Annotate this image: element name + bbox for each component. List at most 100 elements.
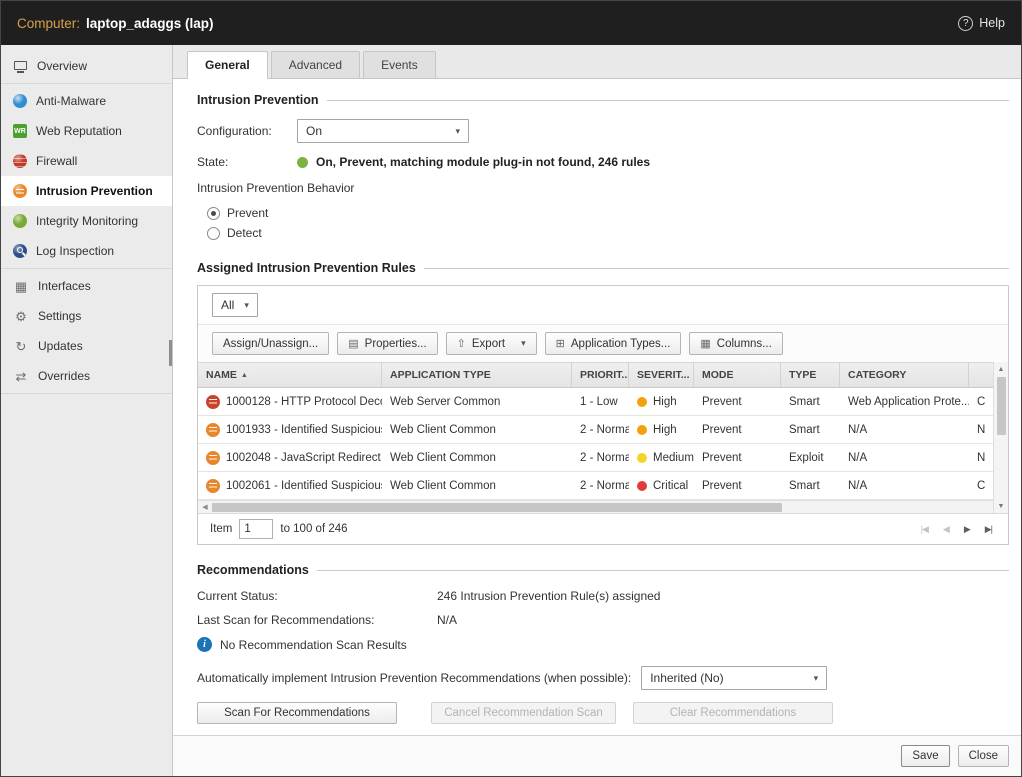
sidebar-item-overview[interactable]: Overview [1,51,172,81]
sidebar-item-firewall[interactable]: Firewall [1,146,172,176]
first-page-icon[interactable]: |◀ [917,524,932,535]
interfaces-icon: ▦ [13,279,29,294]
application-types-icon: ⊞ [556,337,565,350]
overview-icon [13,59,28,74]
sidebar-scrollbar[interactable] [169,340,172,366]
rule-severity: High [653,396,677,408]
sidebar-item-web-reputation[interactable]: WR Web Reputation [1,116,172,146]
rule-application-type: Web Server Common [382,396,572,408]
rules-table-wrap: NAME ▲ APPLICATION TYPE PRIORIT... SEVER… [198,362,1008,513]
scan-for-recommendations-button[interactable]: Scan For Recommendations [197,702,397,724]
assign-unassign-button[interactable]: Assign/Unassign... [212,332,329,355]
footer-bar: Save Close [173,735,1021,776]
tab-bar: General Advanced Events [173,45,1021,79]
radio-prevent-label: Prevent [227,206,268,220]
table-row[interactable]: 1001933 - Identified Suspicious... Web C… [198,416,993,444]
rule-priority: 2 - Normal [572,424,629,436]
columns-icon: ▦ [700,337,710,350]
export-button[interactable]: ⇧ Export ▾ [446,332,537,355]
table-row[interactable]: 1002048 - JavaScript Redirect S... Web C… [198,444,993,472]
save-button[interactable]: Save [901,745,949,767]
rules-table-header: NAME ▲ APPLICATION TYPE PRIORIT... SEVER… [198,362,993,388]
last-page-icon[interactable]: ▶| [981,524,996,535]
page-item-input[interactable] [239,519,273,539]
rule-mode: Prevent [694,480,781,492]
column-header-application-type[interactable]: APPLICATION TYPE [382,363,572,387]
rule-type: Exploit [781,452,840,464]
sidebar-item-anti-malware[interactable]: Anti-Malware [1,86,172,116]
horizontal-scrollbar[interactable]: ◀ [198,500,993,513]
last-scan-label: Last Scan for Recommendations: [197,613,437,627]
configuration-dropdown[interactable]: On ▾ [297,119,469,143]
sidebar-item-updates[interactable]: ↻ Updates [1,331,172,361]
section-title: Intrusion Prevention [197,93,319,107]
section-intrusion-prevention-heading: Intrusion Prevention [197,91,1009,109]
rules-filter-row: All ▾ [198,286,1008,325]
vertical-scrollbar[interactable]: ▲ ▼ [993,362,1008,513]
sidebar-item-overrides[interactable]: ⇄ Overrides [1,361,172,391]
chevron-down-icon: ▾ [814,673,819,684]
rule-category: N/A [840,452,969,464]
previous-page-icon[interactable]: ◀ [939,524,953,535]
table-row[interactable]: 1002061 - Identified Suspicious... Web C… [198,472,993,500]
horizontal-scrollbar-thumb[interactable] [212,503,782,512]
clear-button-label: Clear Recommendations [670,707,797,719]
column-header-mode[interactable]: MODE [694,363,781,387]
vertical-scrollbar-thumb[interactable] [997,377,1006,435]
table-row[interactable]: 1000128 - HTTP Protocol Decod... Web Ser… [198,388,993,416]
tab-events[interactable]: Events [363,51,436,78]
sidebar-item-label: Log Inspection [36,244,114,258]
chevron-down-icon: ▾ [244,300,249,311]
state-label: State: [197,155,297,169]
cancel-recommendation-scan-button[interactable]: Cancel Recommendation Scan [431,702,616,724]
close-button[interactable]: Close [958,745,1009,767]
radio-detect[interactable]: Detect [207,223,1009,243]
radio-prevent[interactable]: Prevent [207,203,1009,223]
behavior-radio-group: Prevent Detect [197,203,1009,243]
tab-general[interactable]: General [187,51,268,79]
next-page-icon[interactable]: ▶ [960,524,974,535]
tab-advanced[interactable]: Advanced [271,51,360,78]
auto-implement-dropdown[interactable]: Inherited (No) ▾ [641,666,827,690]
rule-type: Smart [781,424,840,436]
column-header-severity[interactable]: SEVERIT... [629,363,694,387]
anti-malware-icon [13,94,27,108]
application-types-button[interactable]: ⊞ Application Types... [545,332,682,355]
columns-label: Columns... [717,338,772,350]
rule-category: N/A [840,424,969,436]
scroll-down-icon[interactable]: ▼ [998,499,1005,513]
item-label: Item [210,523,232,535]
radio-selected-icon [207,207,220,220]
sidebar-item-settings[interactable]: ⚙ Settings [1,301,172,331]
properties-button[interactable]: ▤ Properties... [337,332,437,355]
scroll-left-icon[interactable]: ◀ [198,503,212,511]
rule-name: 1002048 - JavaScript Redirect S... [226,452,382,464]
sidebar-item-intrusion-prevention[interactable]: Intrusion Prevention [1,176,172,206]
export-label: Export [472,338,505,350]
state-row: State: On, Prevent, matching module plug… [197,155,1009,169]
assign-unassign-label: Assign/Unassign... [223,338,318,350]
no-results-row: i No Recommendation Scan Results [197,637,1009,652]
configuration-value: On [306,124,322,138]
severity-dot-icon [637,397,647,407]
sidebar-item-label: Integrity Monitoring [36,214,138,228]
column-header-category[interactable]: CATEGORY [840,363,969,387]
clear-recommendations-button[interactable]: Clear Recommendations [633,702,833,724]
sidebar-item-interfaces[interactable]: ▦ Interfaces [1,271,172,301]
sidebar-item-integrity-monitoring[interactable]: Integrity Monitoring [1,206,172,236]
column-header-priority[interactable]: PRIORIT... [572,363,629,387]
column-header-name[interactable]: NAME ▲ [198,363,382,387]
columns-button[interactable]: ▦ Columns... [689,332,782,355]
radio-detect-label: Detect [227,226,262,240]
sort-asc-icon: ▲ [241,372,248,379]
rules-filter-dropdown[interactable]: All ▾ [212,293,258,317]
rule-icon [206,451,220,465]
column-header-type[interactable]: TYPE [781,363,840,387]
radio-unselected-icon [207,227,220,240]
no-results-text: No Recommendation Scan Results [220,638,407,652]
scroll-up-icon[interactable]: ▲ [998,362,1005,376]
sidebar-item-log-inspection[interactable]: Log Inspection [1,236,172,266]
last-scan-value: N/A [437,613,457,627]
help-button[interactable]: ? Help [958,16,1005,31]
application-types-label: Application Types... [571,338,671,350]
